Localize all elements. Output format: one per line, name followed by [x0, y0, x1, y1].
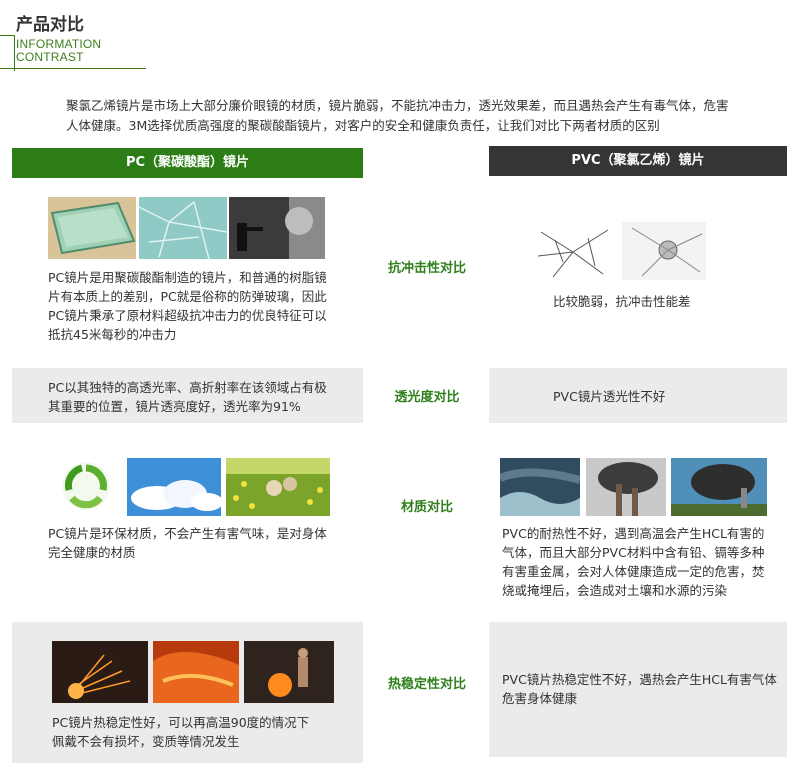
- pvc-thermal-text: PVC镜片热稳定性不好，遇热会产生HCL有害气体 危害身体健康: [502, 670, 787, 708]
- pvc-column-header: PVC（聚氯乙烯）镜片: [489, 146, 787, 176]
- pvc-impact-line: 比较脆弱，抗冲击性能差: [553, 294, 691, 309]
- pc-material-line: PC镜片是环保材质，不会产生有害气味，是对身体: [48, 526, 327, 541]
- intro-line-2: 人体健康。3M选择优质高强度的聚碳酸酯镜片，对客户的安全和健康负责任，让我们对比…: [66, 118, 660, 133]
- pc-impact-line: 片有本质上的差别，PC就是俗称的防弹玻璃，因此: [48, 289, 327, 304]
- factory-smoke-image: [586, 458, 666, 516]
- grinding-sparks-image: [52, 641, 148, 703]
- section-title: 产品对比: [16, 15, 84, 35]
- pvc-transparency-text: PVC镜片透光性不好: [553, 387, 773, 406]
- impact-comparison-label: 抗冲击性对比: [387, 261, 466, 276]
- pvc-thermal-line: PVC镜片热稳定性不好，遇热会产生HCL有害气体: [502, 672, 777, 687]
- glass-sheet-image: [48, 197, 136, 259]
- shattered-glass-image: [139, 197, 227, 259]
- bulletproof-test-image: [229, 197, 325, 259]
- pvc-impact-text: 比较脆弱，抗冲击性能差: [553, 292, 753, 311]
- molten-metal-image: [153, 641, 239, 703]
- recycle-icon: [60, 460, 112, 512]
- header-rule-short: [0, 35, 14, 36]
- pvc-transparency-line: PVC镜片透光性不好: [553, 389, 666, 404]
- thermal-comparison-label: 热稳定性对比: [387, 677, 466, 692]
- pc-transparency-line: PC以其独特的高透光率、高折射率在该领域占有极: [48, 380, 327, 395]
- pvc-material-line: 烧或掩埋后，会造成对土壤和水源的污染: [502, 583, 728, 598]
- pvc-material-text: PVC的耐热性不好，遇到高温会产生HCL有害的 气体，而且大部分PVC材料中含有…: [502, 524, 787, 600]
- industrial-pollution-image: [671, 458, 767, 516]
- pc-impact-text: PC镜片是用聚碳酸酯制造的镜片，和普通的树脂镜 片有本质上的差别，PC就是俗称的…: [48, 268, 363, 344]
- transparency-comparison-label: 透光度对比: [394, 390, 460, 405]
- pc-impact-line: PC镜片秉承了原材料超级抗冲击力的优良特征可以: [48, 308, 327, 323]
- material-comparison-label: 材质对比: [400, 500, 453, 515]
- pc-impact-line: 抵抗45米每秒的冲击力: [48, 327, 177, 342]
- pvc-material-line: PVC的耐热性不好，遇到高温会产生HCL有害的: [502, 526, 765, 541]
- pc-material-text: PC镜片是环保材质，不会产生有害气味，是对身体 完全健康的材质: [48, 524, 363, 562]
- section-subtitle: INFORMATION CONTRAST: [16, 38, 101, 64]
- intro-line-1: 聚氯乙烯镜片是市场上大部分廉价眼镜的材质，镜片脆弱，不能抗冲击力，透光效果差，而…: [66, 98, 729, 113]
- blue-sky-image: [127, 458, 221, 516]
- furnace-workers-image: [244, 641, 334, 703]
- storm-sea-image: [500, 458, 580, 516]
- pc-thermal-text: PC镜片热稳定性好，可以再高温90度的情况下 佩戴不会有损坏，变质等情况发生: [52, 713, 352, 751]
- header-rule-vertical: [14, 35, 15, 71]
- pvc-thermal-line: 危害身体健康: [502, 691, 578, 706]
- header-rule-long: [0, 68, 146, 69]
- pc-thermal-line: PC镜片热稳定性好，可以再高温90度的情况下: [52, 715, 310, 730]
- flower-field-image: [226, 458, 330, 516]
- pc-transparency-line: 其重要的位置，镜片透亮度好，透光率为91%: [48, 399, 301, 414]
- cracked-glass-image: [533, 222, 613, 280]
- pvc-material-line: 气体，而且大部分PVC材料中含有铅、镉等多种: [502, 545, 765, 560]
- pc-impact-line: PC镜片是用聚碳酸酯制造的镜片，和普通的树脂镜: [48, 270, 327, 285]
- intro-paragraph: 聚氯乙烯镜片是市场上大部分廉价眼镜的材质，镜片脆弱，不能抗冲击力，透光效果差，而…: [66, 96, 746, 136]
- pc-material-line: 完全健康的材质: [48, 545, 136, 560]
- pvc-material-line: 有害重金属，会对人体健康造成一定的危害，焚: [502, 564, 765, 579]
- subtitle-line-2: CONTRAST: [16, 50, 84, 64]
- impact-hole-image: [622, 222, 706, 280]
- pc-column-header: PC（聚碳酸酯）镜片: [12, 148, 363, 178]
- pc-thermal-line: 佩戴不会有损坏，变质等情况发生: [52, 734, 240, 749]
- pc-transparency-text: PC以其独特的高透光率、高折射率在该领域占有极 其重要的位置，镜片透亮度好，透光…: [48, 378, 363, 416]
